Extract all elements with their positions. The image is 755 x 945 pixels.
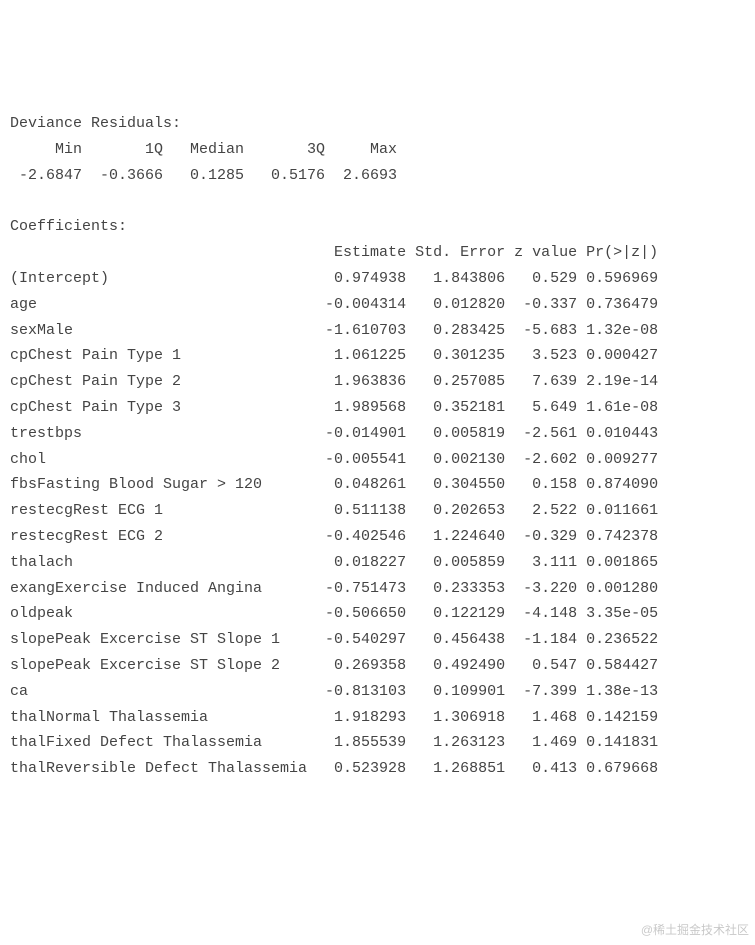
r-summary-output: Deviance Residuals: Min 1Q Median 3Q Max… — [10, 111, 745, 782]
watermark: @稀土掘金技术社区 — [641, 920, 749, 941]
